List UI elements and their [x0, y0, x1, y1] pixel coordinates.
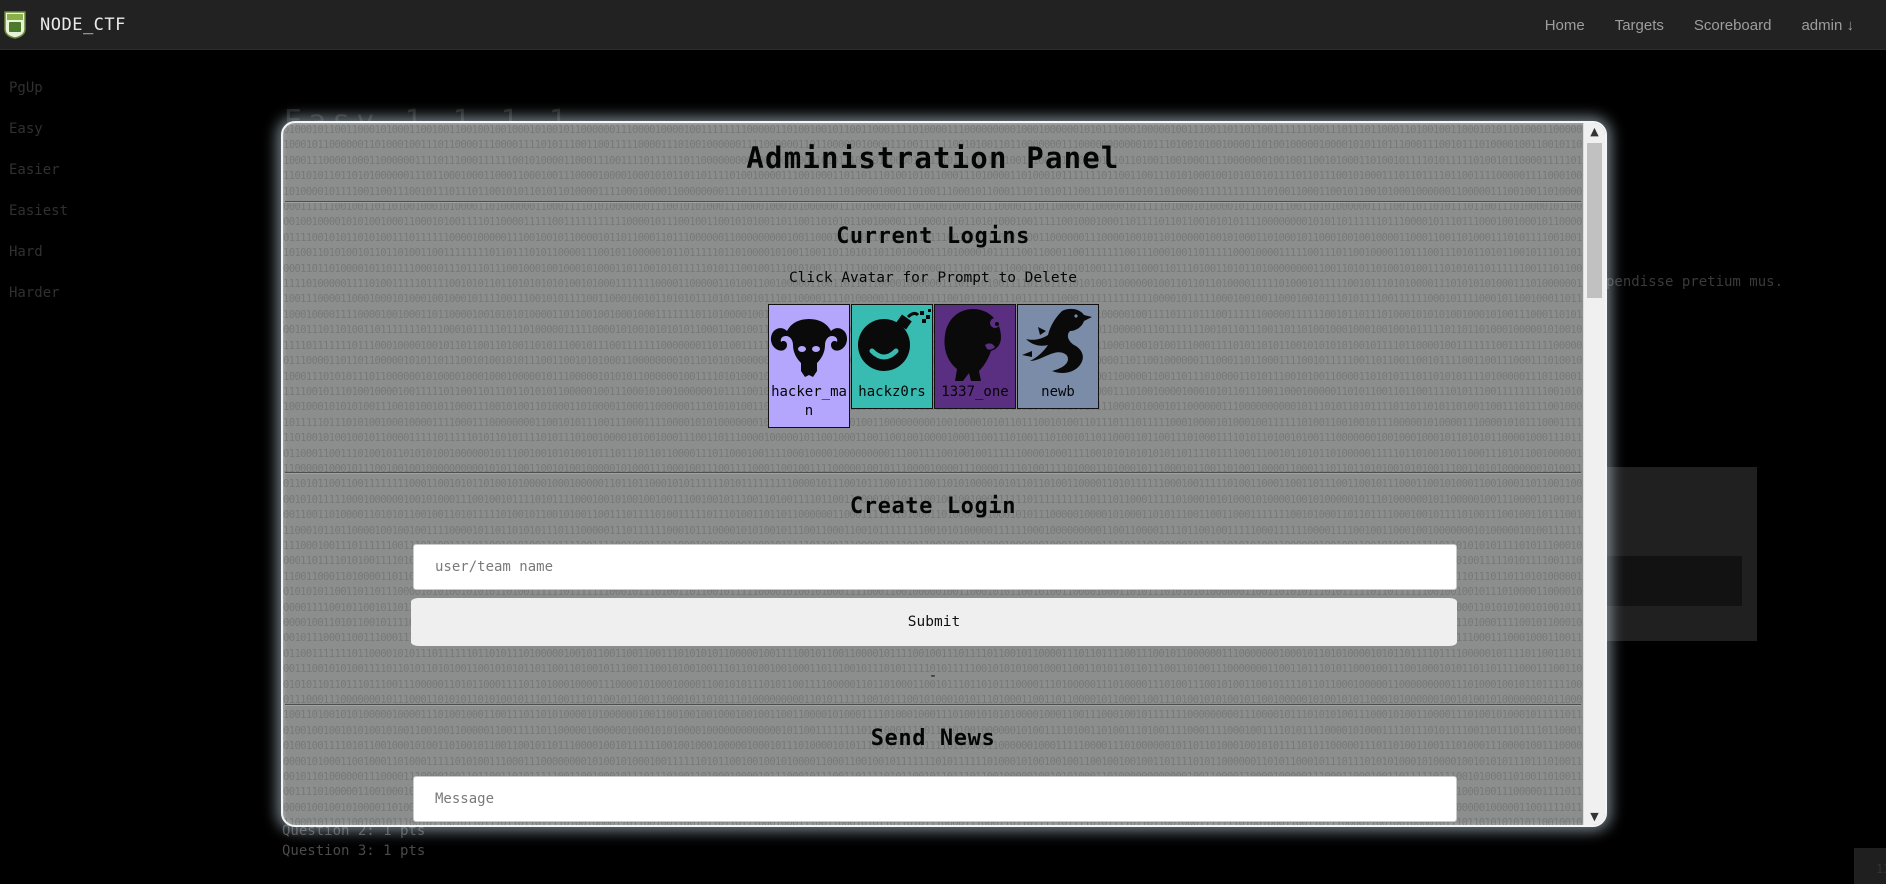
avatar-name: hackz0rs — [858, 384, 926, 400]
current-logins-title: Current Logins — [836, 224, 1030, 249]
ram-skull-icon — [770, 319, 848, 377]
create-login-status: - — [928, 668, 938, 684]
avatar-name: 1337_one — [941, 384, 1009, 400]
scroll-up-icon[interactable]: ▲ — [1584, 123, 1605, 140]
avatar-hacker-man[interactable]: hacker_man — [768, 304, 850, 428]
divider — [285, 704, 1581, 706]
background-sidebar: PgUp Easy Easier Easiest Hard Harder — [9, 80, 68, 326]
divider — [285, 472, 1581, 474]
avatar-name: newb — [1041, 384, 1075, 400]
bg-sidebar-item: Hard — [9, 244, 43, 260]
submit-button[interactable]: Submit — [411, 598, 1457, 646]
blob-monster-icon — [944, 309, 1001, 381]
avatar-newb[interactable]: newb — [1017, 304, 1099, 409]
nav-home-link[interactable]: Home — [1545, 17, 1585, 34]
avatar-1337-one[interactable]: 1337_one — [934, 304, 1016, 409]
scroll-thumb[interactable] — [1587, 143, 1602, 298]
brand-name: NODE_CTF — [40, 15, 126, 35]
shield-logo-icon — [4, 11, 26, 39]
avatar-hackz0rs[interactable]: hackz0rs — [851, 304, 933, 409]
bg-sidebar-item: PgUp — [9, 80, 43, 96]
background-corner-widget: 13 — [1854, 848, 1886, 884]
send-news-title: Send News — [870, 726, 996, 751]
panel-title: Administration Panel — [746, 141, 1120, 175]
nav-admin-dropdown[interactable]: admin ↓ — [1801, 17, 1854, 34]
modal-content: Administration Panel Current Logins Clic… — [283, 123, 1583, 825]
nav-targets-link[interactable]: Targets — [1615, 17, 1664, 34]
delete-hint: Click Avatar for Prompt to Delete — [788, 270, 1078, 286]
avatar-list: hacker_man hackz0rs 1337_one newb — [768, 304, 1100, 428]
bg-sidebar-item: Easier — [9, 162, 60, 178]
brand[interactable]: NODE_CTF — [4, 9, 126, 41]
bomb-smile-icon — [858, 309, 931, 371]
news-message-input[interactable] — [413, 776, 1457, 822]
nav-scoreboard-link[interactable]: Scoreboard — [1694, 17, 1772, 34]
background-question: Question 3: 1 pts — [282, 843, 426, 859]
divider — [285, 201, 1581, 203]
top-navbar: NODE_CTF Home Targets Scoreboard admin ↓ — [0, 0, 1886, 50]
background-paragraph: pendisse pretium mus. — [1606, 274, 1784, 290]
bg-sidebar-item: Easiest — [9, 203, 69, 219]
nav-menu: Home Targets Scoreboard admin ↓ — [1515, 0, 1854, 50]
modal-scrollbar[interactable]: ▲ ▼ — [1583, 123, 1605, 825]
scroll-down-icon[interactable]: ▼ — [1584, 808, 1605, 825]
app-root: PgUp Easy Easier Easiest Hard Harder Eas… — [0, 0, 1886, 884]
create-login-title: Create Login — [849, 494, 1017, 519]
avatar-name: hacker_man — [771, 384, 847, 419]
admin-modal: 0100010110011000101000110010011001001001… — [281, 121, 1607, 827]
dragon-icon — [1022, 308, 1092, 373]
bg-sidebar-item: Easy — [9, 121, 43, 137]
bg-sidebar-item: Harder — [9, 285, 60, 301]
team-name-input[interactable] — [413, 544, 1457, 590]
